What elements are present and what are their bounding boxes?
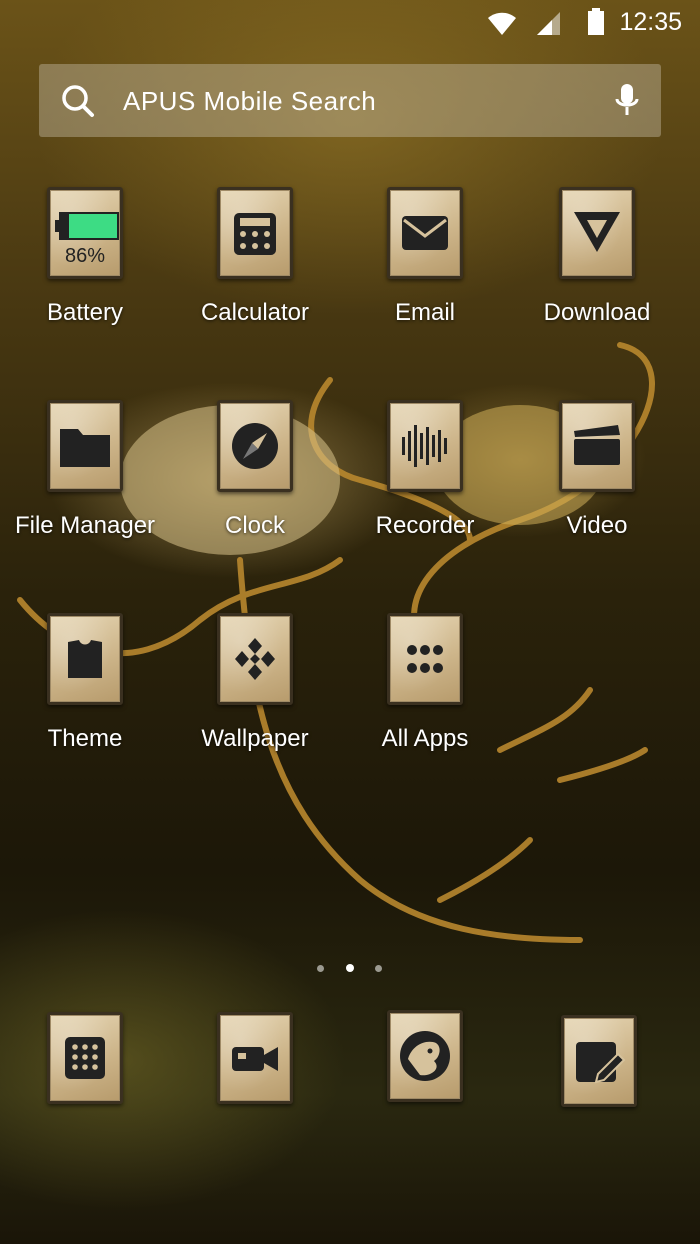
messaging-tile[interactable] [561, 1015, 637, 1107]
app-label: Calculator [200, 299, 310, 326]
signal-icon [537, 12, 560, 35]
download-icon [574, 212, 620, 252]
download-tile[interactable] [559, 187, 635, 279]
folder-icon [60, 429, 110, 467]
file-manager-tile[interactable] [47, 400, 123, 492]
page-dot[interactable] [375, 965, 382, 972]
app-label: Email [394, 299, 455, 326]
clapperboard-icon [574, 425, 620, 465]
search-bar[interactable]: APUS Mobile Search [39, 64, 661, 137]
page-dot[interactable] [317, 965, 324, 972]
all-apps-tile[interactable] [387, 613, 463, 705]
dock-dialer[interactable] [47, 1012, 123, 1104]
mic-icon[interactable] [615, 84, 639, 118]
app-recorder[interactable]: Recorder [340, 400, 510, 570]
status-bar: 12:35 [0, 0, 700, 48]
calculator-tile[interactable] [217, 187, 293, 279]
wifi-icon [488, 12, 516, 35]
app-calculator[interactable]: Calculator [170, 187, 340, 357]
camera-tile[interactable] [217, 1012, 293, 1104]
search-icon [62, 85, 94, 117]
recorder-icon [402, 425, 447, 467]
app-label: Video [566, 512, 628, 539]
battery-tile[interactable]: 86% [47, 187, 123, 279]
wallpaper-icon [235, 638, 275, 680]
dialer-tile[interactable] [47, 1012, 123, 1104]
theme-tile[interactable] [47, 613, 123, 705]
dock-camera[interactable] [217, 1012, 293, 1104]
email-tile[interactable] [387, 187, 463, 279]
app-label: Download [543, 299, 651, 326]
dock-browser[interactable] [387, 1010, 463, 1102]
camera-icon [232, 1047, 278, 1071]
app-battery[interactable]: 86% Battery [0, 187, 170, 357]
app-label: All Apps [381, 725, 469, 752]
app-download[interactable]: Download [512, 187, 682, 357]
app-email[interactable]: Email [340, 187, 510, 357]
calculator-icon [234, 213, 276, 255]
dock-messaging[interactable] [561, 1015, 637, 1107]
app-all-apps[interactable]: All Apps [340, 613, 510, 783]
browser-icon [400, 1031, 450, 1081]
app-wallpaper[interactable]: Wallpaper [170, 613, 340, 783]
shirt-icon [68, 640, 102, 678]
app-file-manager[interactable]: File Manager [0, 400, 170, 570]
page-dot-active[interactable] [346, 964, 354, 972]
app-label: File Manager [14, 512, 156, 539]
browser-tile[interactable] [387, 1010, 463, 1102]
app-label: Clock [224, 512, 285, 539]
messaging-icon [576, 1042, 626, 1084]
recorder-tile[interactable] [387, 400, 463, 492]
search-placeholder[interactable]: APUS Mobile Search [123, 86, 376, 117]
email-icon [402, 216, 448, 250]
battery-percent: 86% [64, 245, 106, 267]
clock-tile[interactable] [217, 400, 293, 492]
page-indicator[interactable] [312, 964, 388, 974]
app-label: Battery [46, 299, 124, 326]
video-tile[interactable] [559, 400, 635, 492]
app-label: Theme [47, 725, 123, 752]
status-time: 12:35 [619, 8, 682, 36]
battery-icon [588, 8, 604, 35]
dialer-icon [65, 1037, 105, 1079]
app-theme[interactable]: Theme [0, 613, 170, 783]
compass-icon [232, 423, 278, 469]
app-clock[interactable]: Clock [170, 400, 340, 570]
app-label: Recorder [375, 512, 475, 539]
app-label: Wallpaper [201, 725, 309, 752]
app-video[interactable]: Video [512, 400, 682, 570]
wallpaper-tile[interactable] [217, 613, 293, 705]
grid-icon [407, 645, 443, 673]
